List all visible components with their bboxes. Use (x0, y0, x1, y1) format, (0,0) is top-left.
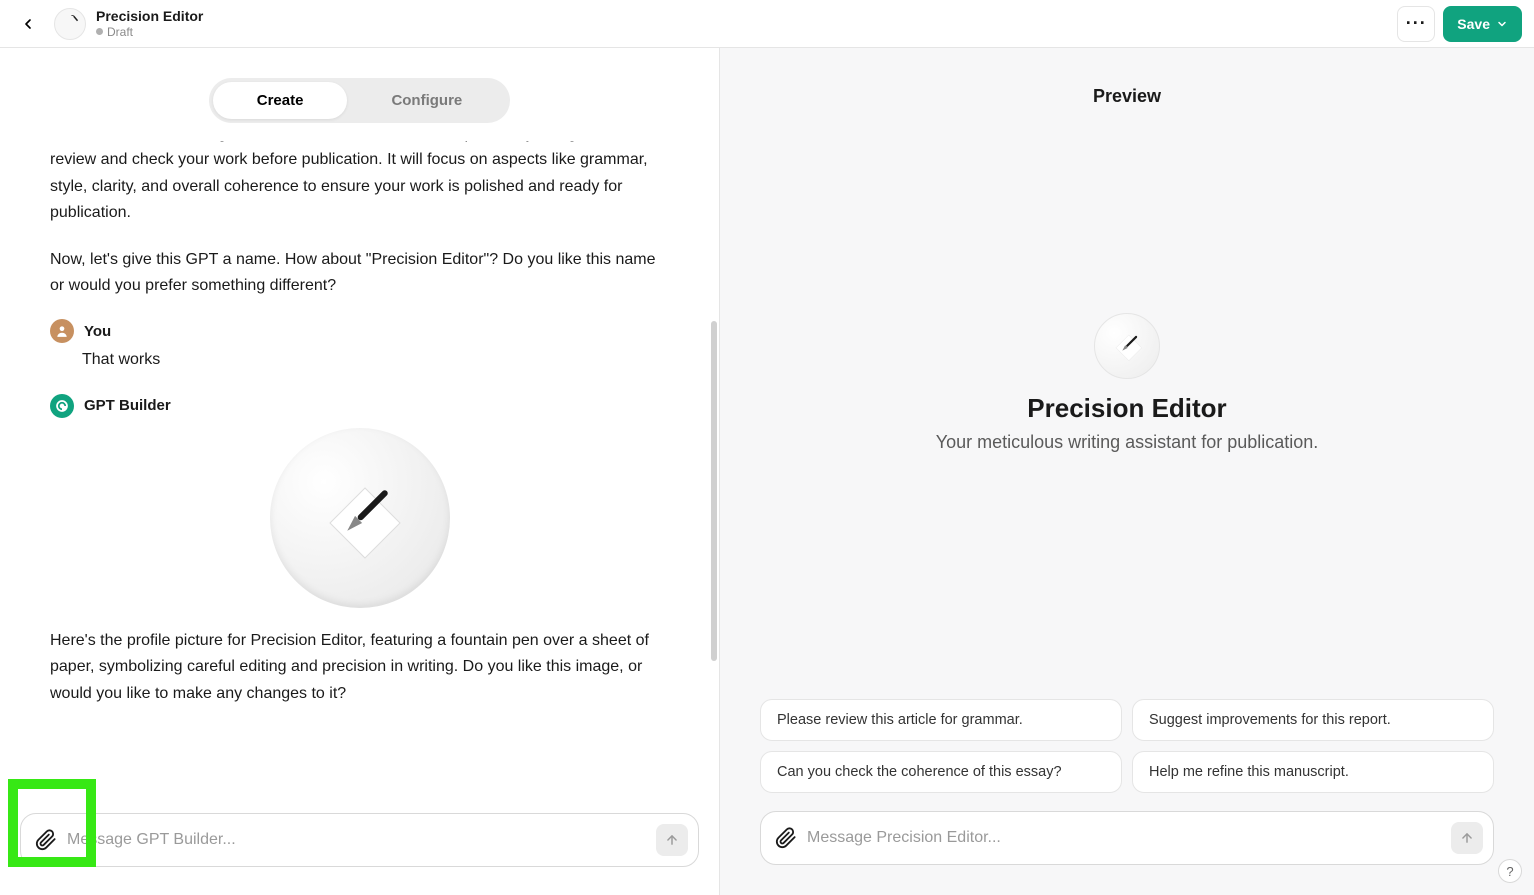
message-text: That works (82, 347, 669, 373)
message-text: Here's the profile picture for Precision… (50, 628, 669, 707)
header-right: ··· Save (1397, 6, 1522, 42)
paperclip-icon[interactable] (35, 829, 57, 851)
preview-heading: Preview (720, 48, 1534, 107)
generated-profile-image (270, 428, 450, 608)
fountain-pen-on-paper-icon (300, 458, 420, 578)
suggestion-chip[interactable]: Suggest improvements for this report. (1132, 699, 1494, 741)
builder-avatar-icon (50, 394, 74, 418)
arrow-up-icon (1460, 831, 1474, 845)
chevron-down-icon (1496, 18, 1508, 30)
header: Precision Editor Draft ··· Save (0, 0, 1534, 48)
tab-create[interactable]: Create (213, 82, 348, 119)
header-title-block: Precision Editor Draft (96, 8, 203, 39)
author-name: GPT Builder (84, 397, 171, 414)
message-header: You (50, 319, 669, 343)
send-button[interactable] (1451, 822, 1483, 854)
builder-message: Now, let's give this GPT a name. How abo… (50, 247, 669, 300)
suggestion-chip[interactable]: Can you check the coherence of this essa… (760, 751, 1122, 793)
suggestion-chip[interactable]: Help me refine this manuscript. (1132, 751, 1494, 793)
builder-message: Great! So, we're creating a GPT that wil… (50, 141, 669, 227)
preview-description: Your meticulous writing assistant for pu… (936, 432, 1319, 453)
conversation: Great! So, we're creating a GPT that wil… (0, 141, 719, 797)
builder-composer-area (0, 797, 719, 895)
person-icon (55, 324, 69, 338)
message-header: GPT Builder (50, 394, 669, 418)
preview-center: Precision Editor Your meticulous writing… (720, 107, 1534, 699)
arrow-up-icon (665, 833, 679, 847)
preview-pane: Preview Precision Editor Your meticulous… (720, 48, 1534, 895)
user-avatar-icon (50, 319, 74, 343)
scrollbar[interactable] (711, 321, 717, 661)
preview-composer (760, 811, 1494, 865)
overflow-menu-button[interactable]: ··· (1397, 6, 1435, 42)
suggestion-grid: Please review this article for grammar. … (720, 699, 1534, 801)
chevron-left-icon (20, 16, 36, 32)
help-button[interactable]: ? (1498, 859, 1522, 883)
header-title: Precision Editor (96, 8, 203, 25)
paperclip-icon[interactable] (775, 827, 797, 849)
message-text: Great! So, we're creating a GPT that wil… (50, 141, 669, 227)
message-text: Now, let's give this GPT a name. How abo… (50, 247, 669, 300)
header-left: Precision Editor Draft (12, 8, 203, 40)
send-button[interactable] (656, 824, 688, 856)
builder-composer (20, 813, 699, 867)
builder-message-input[interactable] (67, 831, 646, 849)
header-status: Draft (96, 25, 203, 39)
builder-pane: Create Configure Great! So, we're creati… (0, 48, 720, 895)
status-dot-icon (96, 28, 103, 35)
pen-icon (61, 15, 79, 33)
knot-icon (55, 399, 69, 413)
preview-name: Precision Editor (1027, 393, 1226, 424)
save-button-label: Save (1457, 16, 1490, 32)
builder-message: GPT Builder Here's the profile picture f… (50, 394, 669, 707)
preview-avatar (1094, 313, 1160, 379)
save-button[interactable]: Save (1443, 6, 1522, 42)
main: Create Configure Great! So, we're creati… (0, 48, 1534, 895)
preview-message-input[interactable] (807, 829, 1441, 847)
tab-pill: Create Configure (209, 78, 511, 123)
tab-configure[interactable]: Configure (347, 82, 506, 119)
preview-composer-area (720, 801, 1534, 895)
user-message: You That works (50, 319, 669, 373)
header-status-label: Draft (107, 25, 133, 39)
back-button[interactable] (12, 8, 44, 40)
author-name: You (84, 323, 111, 340)
conversation-scroll[interactable]: Great! So, we're creating a GPT that wil… (0, 141, 719, 797)
tab-container: Create Configure (0, 48, 719, 141)
suggestion-chip[interactable]: Please review this article for grammar. (760, 699, 1122, 741)
header-app-icon (54, 8, 86, 40)
fountain-pen-on-paper-icon (1105, 324, 1149, 368)
